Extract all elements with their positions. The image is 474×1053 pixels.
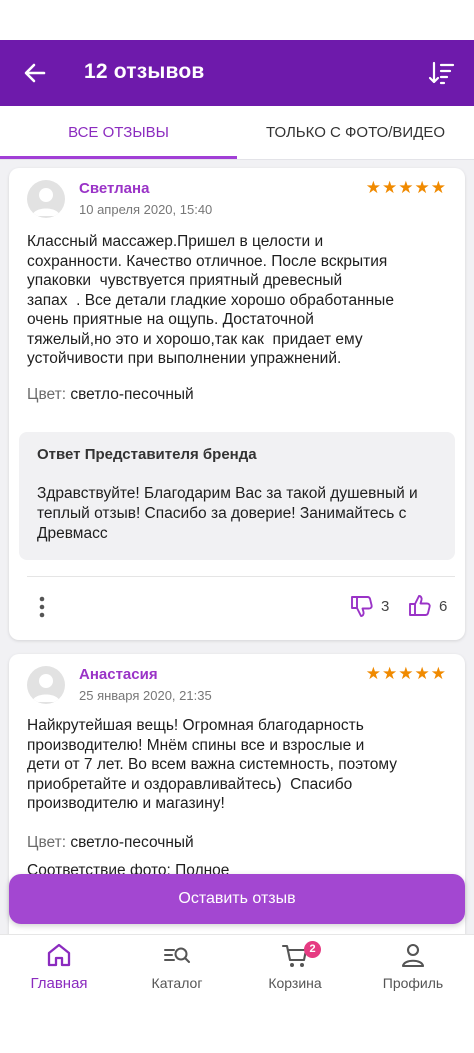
color-value: светло-песочный — [70, 834, 194, 851]
nav-item-catalog[interactable]: Каталог — [118, 935, 236, 1015]
review-card: Светлана 10 апреля 2020, 15:40 ★★★★★ Кла… — [9, 168, 465, 640]
rating-stars: ★★★★★ — [365, 178, 447, 197]
color-label: Цвет: — [27, 386, 67, 403]
brand-reply-text: Здравствуйте! Благодарим Вас за такой ду… — [37, 485, 418, 542]
status-bar — [0, 0, 474, 40]
dislike-count: 3 — [381, 597, 390, 615]
user-placeholder-icon — [32, 188, 60, 216]
review-date: 10 апреля 2020, 15:40 — [79, 202, 213, 217]
cart-badge: 2 — [304, 941, 321, 958]
dislike-button[interactable]: 3 — [349, 592, 389, 620]
page-title: 12 отзывов — [84, 60, 205, 83]
tab-photo-video-only[interactable]: ТОЛЬКО С ФОТО/ВИДЕО — [237, 106, 474, 160]
active-tab-indicator — [0, 156, 237, 159]
user-placeholder-icon — [32, 674, 60, 702]
sort-icon[interactable] — [426, 58, 456, 88]
review-author[interactable]: Анастасия — [79, 666, 158, 683]
review-text: Найкрутейшая вещь! Огромная благодарност… — [27, 717, 397, 812]
review-author[interactable]: Светлана — [79, 180, 149, 197]
profile-icon — [401, 943, 425, 968]
review-tabs: ВСЕ ОТЗЫВЫ ТОЛЬКО С ФОТО/ВИДЕО — [0, 106, 474, 160]
rating-stars: ★★★★★ — [365, 664, 447, 683]
leave-review-button[interactable]: Оставить отзыв — [9, 874, 465, 924]
avatar — [27, 666, 65, 704]
tab-all-reviews[interactable]: ВСЕ ОТЗЫВЫ — [0, 106, 237, 160]
review-text: Классный массажер.Пришел в целости и сох… — [27, 233, 394, 367]
nav-label: Профиль — [382, 975, 444, 991]
app-bar: 12 отзывов — [0, 40, 474, 106]
like-button[interactable]: 6 — [407, 592, 447, 620]
review-date: 25 января 2020, 21:35 — [79, 688, 212, 703]
thumbs-up-icon — [409, 595, 431, 616]
color-value: светло-песочный — [70, 386, 194, 403]
nav-item-home[interactable]: Главная — [0, 935, 118, 1015]
nav-label: Каталог — [151, 975, 203, 991]
divider — [27, 576, 455, 577]
nav-label: Главная — [30, 975, 88, 992]
thumbs-down-icon — [351, 596, 373, 617]
color-label: Цвет: — [27, 834, 67, 851]
home-icon — [47, 943, 71, 967]
brand-reply: Ответ Представителя бренда Здравствуйте!… — [19, 432, 455, 560]
nav-item-profile[interactable]: Профиль — [354, 935, 472, 1015]
more-options-icon[interactable] — [35, 594, 49, 620]
review-color: Цвет: светло-песочный — [27, 386, 194, 404]
like-count: 6 — [439, 597, 448, 615]
bottom-navigation: Главная Каталог 2 Корзина Профиль — [0, 934, 474, 1053]
catalog-search-icon — [164, 947, 190, 963]
brand-reply-title: Ответ Представителя бренда — [37, 446, 257, 463]
nav-label: Корзина — [268, 975, 322, 991]
avatar — [27, 180, 65, 218]
review-color: Цвет: светло-песочный — [27, 834, 194, 852]
nav-item-cart[interactable]: 2 Корзина — [236, 935, 354, 1015]
back-arrow-icon[interactable] — [20, 58, 50, 88]
